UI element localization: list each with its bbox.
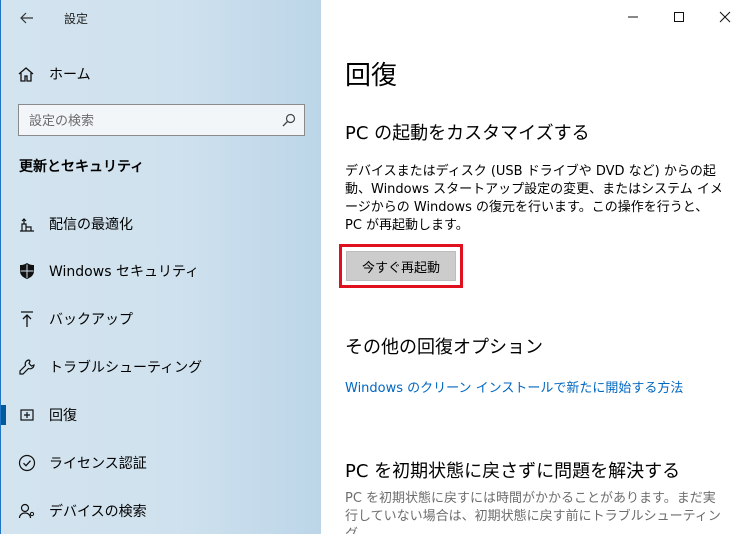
search-icon — [282, 113, 296, 127]
close-button[interactable] — [702, 0, 748, 34]
more-options-heading: その他の回復オプション — [345, 337, 543, 358]
sidebar-item-label: デバイスの検索 — [49, 504, 147, 520]
sidebar-item-troubleshoot[interactable]: トラブルシューティング — [1, 347, 322, 387]
page-title: 回復 — [345, 61, 398, 91]
recovery-icon — [17, 405, 37, 425]
sidebar-item-windows-security[interactable]: Windows セキュリティ — [1, 251, 322, 291]
clean-install-link[interactable]: Windows のクリーン インストールで新たに開始する方法 — [345, 377, 683, 396]
main-content: 回復 PC の起動をカスタマイズする デバイスまたはディスク (USB ドライブ… — [321, 0, 749, 534]
sidebar-item-label: 配信の最適化 — [49, 217, 133, 233]
restart-now-button[interactable]: 今すぐ再起動 — [346, 251, 456, 281]
sidebar-item-label: ライセンス認証 — [49, 456, 147, 472]
backup-arrow-icon — [17, 309, 37, 329]
sidebar-item-label: Windows セキュリティ — [49, 264, 200, 280]
advanced-startup-description: デバイスまたはディスク (USB ドライブや DVD など) からの起動、Win… — [345, 164, 723, 233]
active-indicator — [1, 405, 6, 425]
sidebar-home[interactable]: ホーム — [17, 62, 91, 86]
close-icon — [719, 11, 731, 23]
check-circle-icon — [17, 453, 37, 473]
title-bar: 設定 — [1, 0, 322, 36]
fix-without-reset-description: PC を初期状態に戻すには時間がかかることがあります。まだ実行していない場合は、… — [345, 491, 721, 534]
fix-without-reset-heading: PC を初期状態に戻さずに問題を解決する — [345, 461, 681, 482]
sidebar-item-delivery-optimization[interactable]: 配信の最適化 — [1, 204, 322, 244]
sidebar-item-backup[interactable]: バックアップ — [1, 299, 322, 339]
maximize-icon — [674, 12, 684, 22]
maximize-button[interactable] — [656, 0, 702, 34]
sidebar: 設定 ホーム 更新とセキュリティ 配信の最適化 Windows セキュリティ バ… — [0, 0, 321, 534]
sidebar-item-recovery[interactable]: 回復 — [1, 395, 322, 435]
person-location-icon — [17, 501, 37, 521]
search-box[interactable] — [18, 104, 305, 136]
home-icon — [18, 67, 34, 82]
sidebar-item-find-my-device[interactable]: デバイスの検索 — [1, 491, 322, 531]
minimize-button[interactable] — [610, 0, 656, 34]
advanced-startup-heading: PC の起動をカスタマイズする — [345, 123, 590, 144]
sidebar-item-activation[interactable]: ライセンス認証 — [1, 443, 322, 483]
back-button[interactable] — [13, 6, 41, 30]
app-title: 設定 — [64, 12, 89, 26]
minimize-icon — [628, 16, 638, 18]
section-heading: 更新とセキュリティ — [19, 159, 145, 175]
search-input[interactable] — [29, 111, 279, 131]
sidebar-item-label: バックアップ — [49, 312, 133, 328]
sidebar-item-label: 回復 — [49, 408, 77, 424]
delivery-optimization-icon — [17, 214, 37, 234]
sidebar-home-label: ホーム — [49, 67, 91, 83]
back-arrow-icon — [20, 12, 33, 24]
shield-icon — [17, 261, 37, 281]
sidebar-item-label: トラブルシューティング — [49, 360, 203, 376]
wrench-icon — [17, 357, 37, 377]
